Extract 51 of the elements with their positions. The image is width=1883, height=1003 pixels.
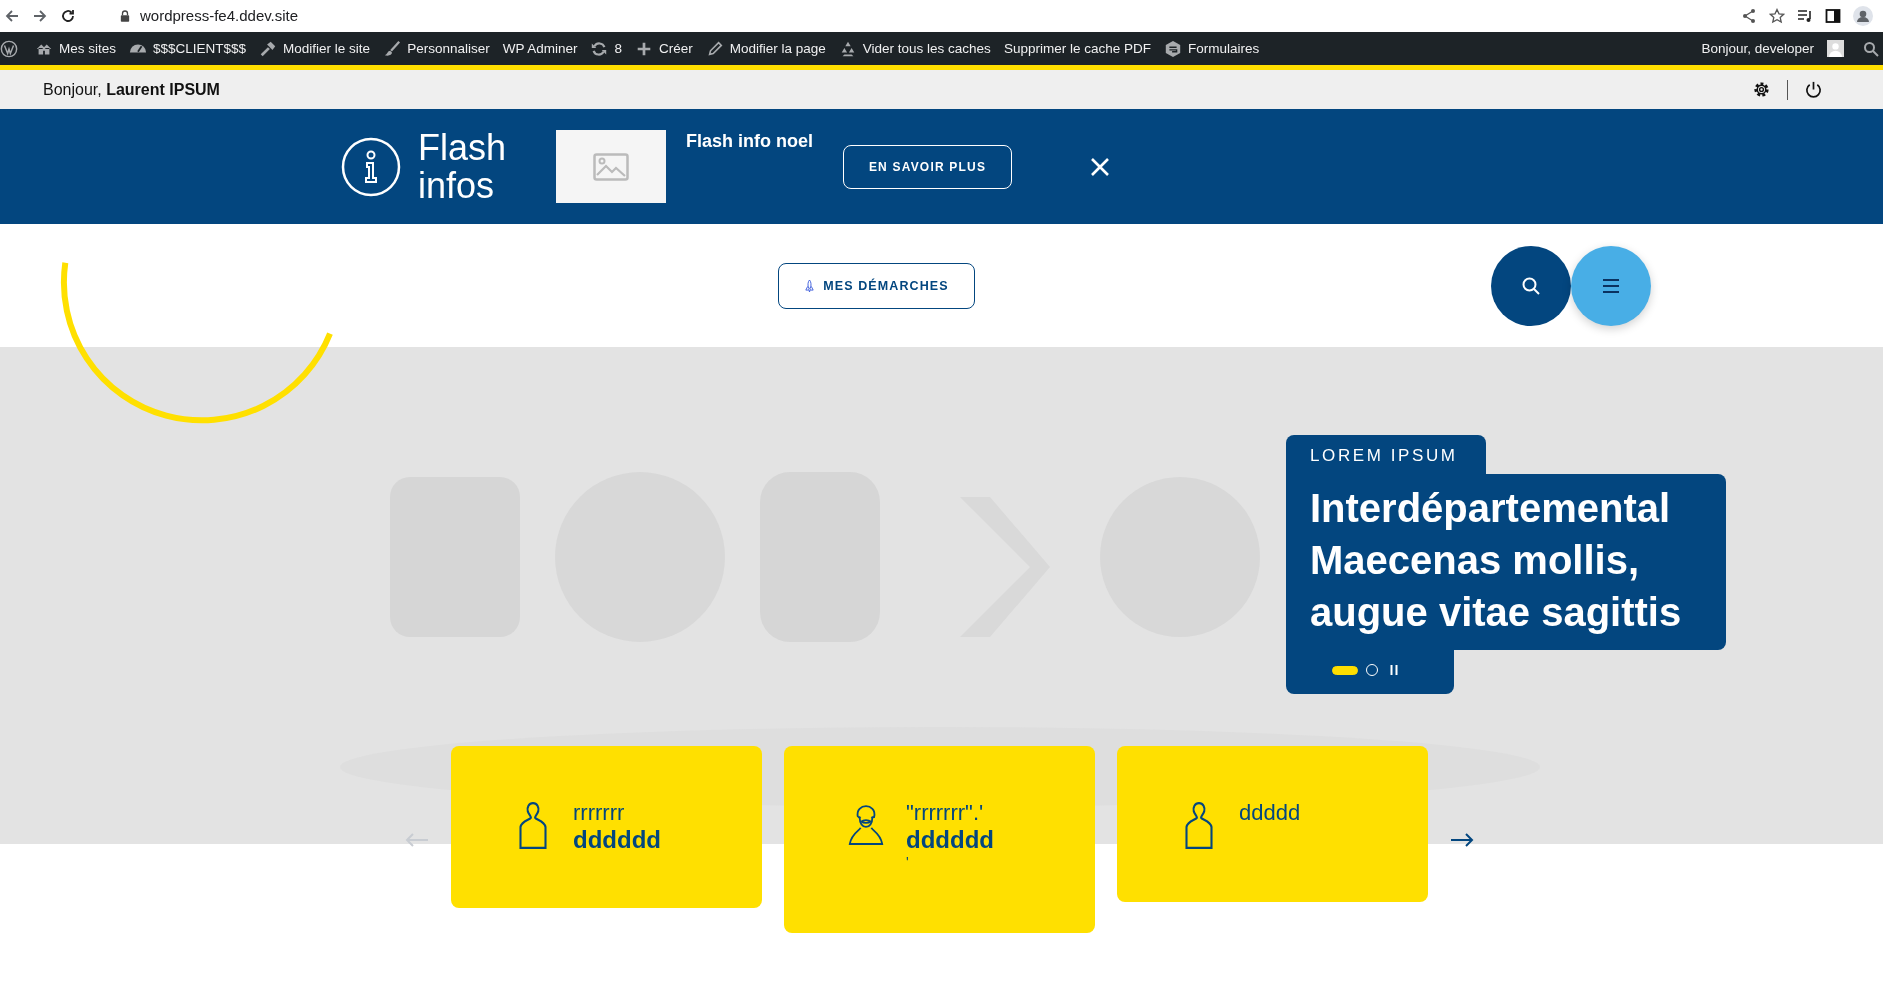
service-card[interactable]: "rrrrrrr".' dddddd ': [784, 746, 1095, 933]
admin-bar-item[interactable]: Personnaliser: [383, 39, 490, 58]
admin-bar-item[interactable]: Supprimer le cache PDF: [1003, 41, 1151, 56]
close-icon[interactable]: [1090, 156, 1110, 177]
card-text: ddddd: [1239, 800, 1301, 826]
power-icon[interactable]: [1804, 80, 1823, 99]
admin-bar-item[interactable]: $$$CLIENT$$$: [129, 39, 247, 58]
flash-title: Flash infos: [418, 128, 508, 205]
search-icon[interactable]: [1863, 40, 1879, 57]
refresh-icon: [590, 39, 609, 58]
slide-category: LOREM IPSUM: [1286, 435, 1486, 474]
admin-bar-item[interactable]: Modifier le site: [259, 39, 371, 58]
forward-icon[interactable]: [32, 7, 48, 24]
slide-title: Interdépartemental Maecenas mollis, augue vitae sagittis: [1286, 474, 1726, 650]
flash-headline: Flash info noel: [686, 131, 813, 152]
admin-bar-item[interactable]: Vider tous les caches: [838, 39, 991, 58]
pause-icon[interactable]: [1390, 665, 1398, 675]
card-text: dddddd: [573, 826, 661, 854]
settings-icon[interactable]: [1752, 80, 1771, 99]
media-icon[interactable]: [1797, 7, 1813, 24]
card-text: dddddd: [906, 826, 994, 854]
rocket-icon: [804, 279, 816, 292]
admin-bar-item[interactable]: WP Adminer: [502, 41, 578, 56]
card-text: ': [906, 854, 910, 870]
service-card[interactable]: rrrrrrr dddddd: [451, 746, 762, 908]
admin-bar-item[interactable]: Créer: [634, 39, 693, 58]
admin-bar-item[interactable]: 8: [590, 39, 622, 58]
next-arrow-icon[interactable]: [1450, 832, 1474, 848]
info-icon: [341, 136, 401, 197]
wordpress-logo-icon[interactable]: [0, 39, 18, 58]
admin-bar-item[interactable]: Formulaires: [1163, 39, 1260, 58]
service-card[interactable]: ddddd: [1117, 746, 1428, 902]
search-icon: [1521, 275, 1541, 296]
card-text: "rrrrrrr".': [906, 800, 985, 826]
star-icon[interactable]: [1769, 7, 1785, 24]
card-text: rrrrrrr: [573, 800, 626, 826]
admin-bar-item[interactable]: Modifier la page: [705, 39, 826, 58]
form-icon: [1163, 39, 1182, 58]
address-bar[interactable]: wordpress-fe4.ddev.site: [88, 7, 299, 24]
share-icon[interactable]: [1741, 7, 1757, 24]
back-icon[interactable]: [4, 7, 20, 24]
admin-bar-item[interactable]: Mes sites: [35, 39, 116, 58]
reload-icon[interactable]: [60, 7, 76, 24]
brush-icon: [383, 39, 402, 58]
greeting-text: Bonjour, Laurent IPSUM: [43, 80, 220, 99]
hammer-icon: [259, 39, 278, 58]
side-panel-icon[interactable]: [1825, 7, 1841, 24]
profile-icon[interactable]: [1853, 5, 1873, 26]
admin-account-link[interactable]: Bonjour, developer: [1701, 41, 1814, 56]
learn-more-button[interactable]: EN SAVOIR PLUS: [843, 144, 1012, 189]
my-procedures-button[interactable]: MES DÉMARCHES: [778, 262, 975, 309]
